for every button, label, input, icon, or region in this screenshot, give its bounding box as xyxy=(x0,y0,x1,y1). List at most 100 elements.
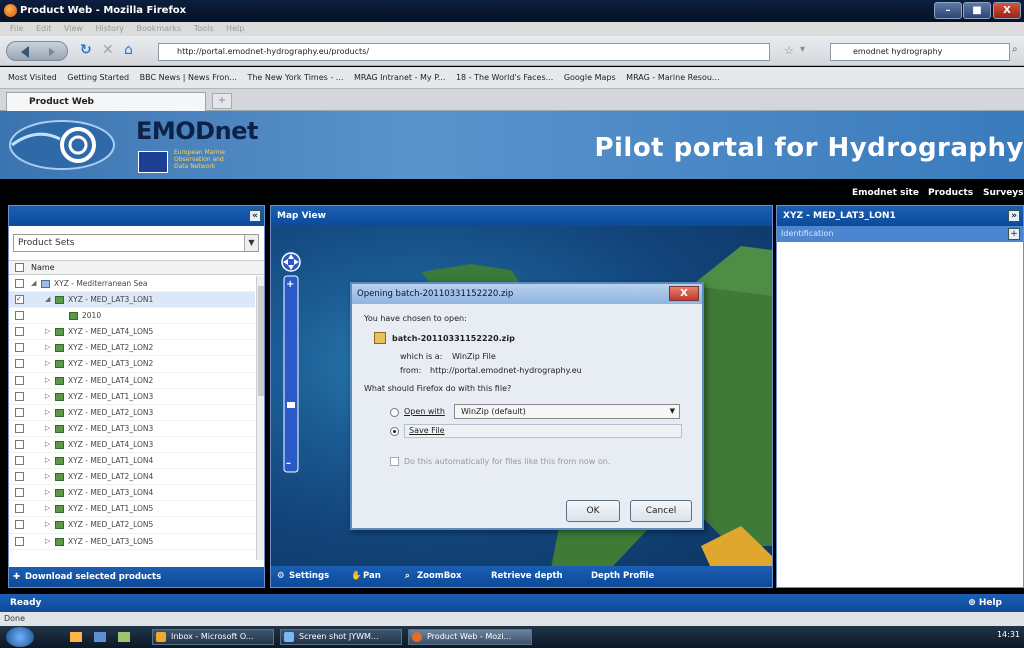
bookmark-mrag-marine[interactable]: MRAG - Marine Resou... xyxy=(626,67,719,88)
tree-row[interactable]: ▷ XYZ - MED_LAT1_LON4 xyxy=(9,453,255,470)
expand-toggle-icon[interactable]: ▷ xyxy=(45,373,50,388)
tree-row[interactable]: ✓ ◢ XYZ - MED_LAT3_LON1 xyxy=(9,292,255,309)
tree-row-checkbox[interactable] xyxy=(15,407,24,417)
nav-surveys[interactable]: Surveys xyxy=(983,188,1024,198)
tree-row-checkbox[interactable] xyxy=(15,391,24,401)
tree-row-checkbox[interactable] xyxy=(15,456,24,466)
open-with-label[interactable]: Open with xyxy=(404,407,445,416)
tree-row[interactable]: ▷ XYZ - MED_LAT3_LON3 xyxy=(9,421,255,437)
tree-row[interactable]: ▷ XYZ - MED_LAT3_LON5 xyxy=(9,534,255,550)
help-button[interactable]: ⊕ Help xyxy=(968,598,1002,608)
search-icon[interactable]: ⌕ xyxy=(1012,44,1018,55)
menu-help[interactable]: Help xyxy=(226,24,244,33)
nav-emodnet-site[interactable]: Emodnet site xyxy=(852,188,919,198)
expand-toggle-icon[interactable]: ▷ xyxy=(45,340,50,355)
stop-icon[interactable]: ✕ xyxy=(102,42,114,58)
tree-row-checkbox[interactable] xyxy=(15,536,24,546)
tree-row-checkbox[interactable] xyxy=(15,472,24,482)
task-outlook[interactable]: Inbox - Microsoft O... xyxy=(152,629,274,645)
tree-row-checkbox[interactable]: ✓ xyxy=(15,295,24,305)
bookmark-google-maps[interactable]: Google Maps xyxy=(564,67,616,88)
tree-row[interactable]: ▷ XYZ - MED_LAT2_LON2 xyxy=(9,340,255,357)
tree-row-checkbox[interactable] xyxy=(15,520,24,530)
tree-row[interactable]: ▷ XYZ - MED_LAT4_LON2 xyxy=(9,373,255,389)
pan-button[interactable]: Pan xyxy=(363,566,381,587)
zoom-control[interactable]: + – xyxy=(281,252,301,488)
expand-toggle-icon[interactable]: ▷ xyxy=(45,501,50,516)
menu-edit[interactable]: Edit xyxy=(36,24,52,33)
close-window-button[interactable]: X xyxy=(993,2,1021,19)
ok-button[interactable]: OK xyxy=(566,500,620,522)
search-bar[interactable]: emodnet hydrography xyxy=(830,43,1010,61)
tree-row[interactable]: ▷ XYZ - MED_LAT3_LON4 xyxy=(9,485,255,502)
tree-row[interactable]: ▷ XYZ - MED_LAT2_LON4 xyxy=(9,469,255,486)
dialog-close-button[interactable]: X xyxy=(669,286,699,301)
tree-row-checkbox[interactable] xyxy=(15,311,24,321)
settings-button[interactable]: Settings xyxy=(289,566,329,587)
quicklaunch-firefox-icon[interactable] xyxy=(70,632,82,642)
collapse-panel-button[interactable]: « xyxy=(249,210,261,222)
task-firefox[interactable]: Product Web - Mozi... xyxy=(408,629,532,645)
bookmark-most-visited[interactable]: Most Visited xyxy=(8,67,57,88)
menu-file[interactable]: File xyxy=(10,24,23,33)
bookmark-star-icon[interactable]: ☆ xyxy=(784,44,794,57)
expand-toggle-icon[interactable]: ▷ xyxy=(45,437,50,452)
tree-row-checkbox[interactable] xyxy=(15,375,24,385)
menu-tools[interactable]: Tools xyxy=(194,24,214,33)
menu-bookmarks[interactable]: Bookmarks xyxy=(137,24,182,33)
bookmark-getting-started[interactable]: Getting Started xyxy=(67,67,129,88)
tree-row-checkbox[interactable] xyxy=(15,504,24,514)
tree-row-checkbox[interactable] xyxy=(15,279,24,288)
auto-checkbox[interactable] xyxy=(390,457,399,466)
expand-toggle-icon[interactable]: ▷ xyxy=(45,356,50,371)
maximize-button[interactable]: ■ xyxy=(963,2,991,19)
expand-toggle-icon[interactable]: ◢ xyxy=(45,292,50,307)
new-tab-button[interactable]: + xyxy=(212,93,232,109)
collapse-detail-button[interactable]: » xyxy=(1008,210,1020,222)
menu-view[interactable]: View xyxy=(64,24,83,33)
tree-row[interactable]: ▷ XYZ - MED_LAT4_LON5 xyxy=(9,324,255,341)
zoom-in-button[interactable]: + xyxy=(286,279,294,290)
zoombox-button[interactable]: ZoomBox xyxy=(417,566,462,587)
open-with-radio[interactable] xyxy=(390,408,399,417)
nav-products[interactable]: Products xyxy=(928,188,973,198)
bookmark-worlds-faces[interactable]: 18 - The World's Faces... xyxy=(456,67,553,88)
open-with-select[interactable]: WinZip (default) ▼ xyxy=(454,404,680,419)
tree-row[interactable]: ▷ XYZ - MED_LAT2_LON3 xyxy=(9,405,255,421)
tree-row-checkbox[interactable] xyxy=(15,327,24,337)
tree-row[interactable]: ▷ XYZ - MED_LAT1_LON5 xyxy=(9,501,255,518)
reload-icon[interactable]: ↻ xyxy=(80,42,92,58)
dropdown-arrow-icon[interactable]: ▾ xyxy=(800,44,805,55)
expand-toggle-icon[interactable]: ▷ xyxy=(45,421,50,436)
bookmark-mrag-intranet[interactable]: MRAG Intranet - My P... xyxy=(354,67,445,88)
expand-toggle-icon[interactable]: ▷ xyxy=(45,453,50,468)
expand-identification-button[interactable]: + xyxy=(1008,228,1020,240)
expand-toggle-icon[interactable]: ▷ xyxy=(45,517,50,532)
bookmark-nytimes[interactable]: The New York Times - ... xyxy=(247,67,343,88)
expand-toggle-icon[interactable]: ▷ xyxy=(45,324,50,339)
retrieve-depth-button[interactable]: Retrieve depth xyxy=(491,566,563,587)
scrollbar-thumb[interactable] xyxy=(258,286,264,396)
tree-row-checkbox[interactable] xyxy=(15,488,24,498)
zoom-out-button[interactable]: – xyxy=(286,458,291,469)
tree-row[interactable]: ▷ XYZ - MED_LAT2_LON5 xyxy=(9,517,255,534)
tree-row-checkbox[interactable] xyxy=(15,343,24,353)
tree-row[interactable]: 2010 xyxy=(9,308,255,325)
download-selected-button[interactable]: ✚ Download selected products xyxy=(9,567,264,587)
expand-toggle-icon[interactable]: ▷ xyxy=(45,534,50,549)
tree-row[interactable]: ▷ XYZ - MED_LAT1_LON3 xyxy=(9,389,255,405)
save-file-radio[interactable] xyxy=(390,427,399,436)
product-set-select[interactable]: Product Sets ▼ xyxy=(13,234,259,252)
select-all-checkbox[interactable] xyxy=(15,263,24,272)
tree-row[interactable]: ▷ XYZ - MED_LAT4_LON3 xyxy=(9,437,255,454)
tree-scrollbar[interactable] xyxy=(256,276,264,560)
home-icon[interactable]: ⌂ xyxy=(124,42,133,58)
expand-toggle-icon[interactable]: ◢ xyxy=(31,276,36,291)
expand-toggle-icon[interactable]: ▷ xyxy=(45,405,50,420)
task-screenshot[interactable]: Screen shot JYWM... xyxy=(280,629,402,645)
bookmark-bbc-news[interactable]: BBC News | News Fron... xyxy=(140,67,237,88)
tree-row-checkbox[interactable] xyxy=(15,423,24,433)
save-file-option[interactable]: Save File xyxy=(404,424,682,438)
url-bar[interactable]: http://portal.emodnet-hydrography.eu/pro… xyxy=(158,43,770,61)
cancel-button[interactable]: Cancel xyxy=(630,500,692,522)
